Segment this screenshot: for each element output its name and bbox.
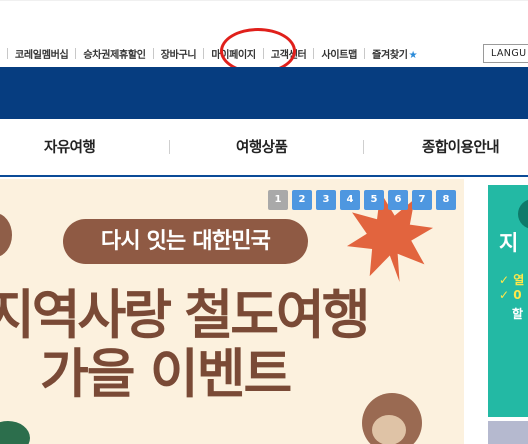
chestnut-decoration xyxy=(0,213,12,257)
divider xyxy=(262,47,264,59)
divider xyxy=(203,47,205,59)
favorites-link[interactable]: 즐겨찾기★ xyxy=(372,46,418,61)
side-banner-tab[interactable] xyxy=(488,421,528,444)
customer-center-link[interactable]: 고객센터 xyxy=(271,46,307,61)
side-banner-line: ✓ 열 xyxy=(499,273,525,287)
side-banner-title: 지 xyxy=(499,231,518,255)
side-decoration xyxy=(518,199,528,229)
pager-button-2[interactable]: 2 xyxy=(292,190,312,210)
side-banner-panel[interactable]: 지 ✓ 열 ✓ 0 할 xyxy=(488,185,528,417)
header-banner xyxy=(0,67,528,119)
pager-button-5[interactable]: 5 xyxy=(364,190,384,210)
ticket-discount-link[interactable]: 승차권제휴할인 xyxy=(83,46,146,61)
event-pill-label: 다시 잇는 대한민국 xyxy=(63,219,308,264)
favorites-label: 즐겨찾기 xyxy=(372,49,408,61)
event-banner[interactable]: 1 2 3 4 5 6 7 8 다시 잇는 대한민국 지역사랑 철도여행 가을 … xyxy=(0,179,464,444)
divider xyxy=(169,140,170,154)
divider xyxy=(75,47,77,59)
mypage-link[interactable]: 마이페이지 xyxy=(211,46,256,61)
pager-button-3[interactable]: 3 xyxy=(316,190,336,210)
divider xyxy=(364,47,366,59)
leaf-decoration xyxy=(0,421,30,444)
side-banner-line: ✓ 0 xyxy=(499,288,522,302)
pager-button-6[interactable]: 6 xyxy=(388,190,408,210)
sitemap-link[interactable]: 사이트맵 xyxy=(321,46,357,61)
event-headline-line2: 가을 이벤트 xyxy=(40,344,292,405)
korail-membership-link[interactable]: 코레일멤버십 xyxy=(15,46,69,61)
chestnut-highlight xyxy=(372,415,406,444)
spacer xyxy=(464,179,488,444)
divider xyxy=(7,47,8,59)
nav-item-free-travel[interactable]: 자유여행 xyxy=(44,136,96,157)
cart-link[interactable]: 장바구니 xyxy=(161,46,197,61)
pager-button-4[interactable]: 4 xyxy=(340,190,360,210)
top-utility-bar: 코레일멤버십 승차권제휴할인 장바구니 마이페이지 고객센터 사이트맵 즐겨찾기… xyxy=(0,0,528,70)
pager-button-8[interactable]: 8 xyxy=(436,190,456,210)
nav-item-guide[interactable]: 종합이용안내 xyxy=(422,136,500,157)
side-banner-line: 할 xyxy=(512,307,524,321)
main-nav: 자유여행 여행상품 종합이용안내 xyxy=(0,119,528,177)
pager-button-7[interactable]: 7 xyxy=(412,190,432,210)
divider xyxy=(152,47,154,59)
side-banner[interactable]: 지 ✓ 열 ✓ 0 할 xyxy=(488,185,528,444)
pager-button-1[interactable]: 1 xyxy=(268,190,288,210)
banner-pager: 1 2 3 4 5 6 7 8 xyxy=(268,190,456,210)
language-button[interactable]: LANGU xyxy=(483,44,528,63)
divider xyxy=(313,47,315,59)
star-icon: ★ xyxy=(408,49,418,61)
divider xyxy=(363,140,364,154)
utility-nav: 코레일멤버십 승차권제휴할인 장바구니 마이페이지 고객센터 사이트맵 즐겨찾기… xyxy=(0,41,418,65)
nav-item-travel-products[interactable]: 여행상품 xyxy=(236,136,288,157)
